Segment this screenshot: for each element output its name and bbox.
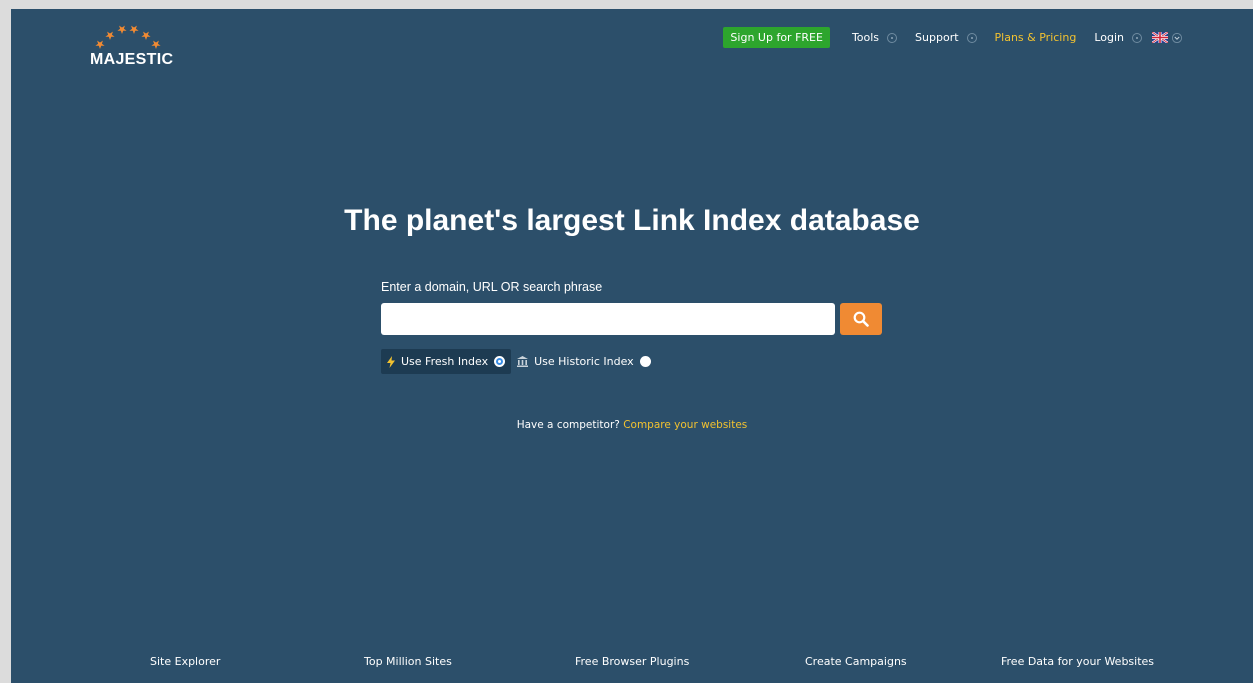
footer-link-free-data[interactable]: Free Data for your Websites: [1001, 655, 1154, 668]
nav-plans-label: Plans & Pricing: [994, 31, 1077, 44]
fresh-index-radio[interactable]: [494, 356, 506, 367]
nav-login[interactable]: Login: [1094, 31, 1142, 44]
language-selector[interactable]: [1152, 32, 1183, 43]
historic-index-label: Use Historic Index: [534, 355, 634, 368]
footer-link-top-million-sites[interactable]: Top Million Sites: [364, 655, 452, 668]
lightning-icon: [387, 355, 395, 368]
page-title: The planet's largest Link Index database: [344, 204, 920, 237]
footer-link-create-campaigns[interactable]: Create Campaigns: [805, 655, 907, 668]
index-options: Use Fresh Index Use Historic Index: [381, 349, 657, 374]
fresh-index-option[interactable]: Use Fresh Index: [381, 349, 512, 374]
signup-button[interactable]: Sign Up for FREE: [723, 27, 830, 48]
logo-text: MAJESTIC: [90, 51, 174, 68]
chevron-down-icon: [1171, 32, 1183, 43]
bank-icon: [517, 356, 529, 367]
compare-websites-link[interactable]: Compare your websites: [623, 419, 747, 431]
search-icon: [853, 311, 869, 327]
footer-link-browser-plugins[interactable]: Free Browser Plugins: [575, 655, 689, 668]
nav-tools-label: Tools: [851, 31, 880, 44]
nav-tools[interactable]: Tools: [851, 31, 898, 44]
dropdown-circle-icon: [966, 32, 977, 43]
dropdown-circle-icon: [1132, 32, 1142, 43]
competitor-line: Have a competitor? Compare your websites: [11, 419, 1253, 431]
search-input[interactable]: [381, 303, 835, 335]
nav-login-label: Login: [1094, 31, 1124, 44]
historic-index-option[interactable]: Use Historic Index: [511, 349, 657, 374]
nav-support-label: Support: [915, 31, 959, 44]
nav-plans-pricing[interactable]: Plans & Pricing: [995, 31, 1077, 44]
competitor-text: Have a competitor?: [516, 419, 620, 431]
top-nav: Sign Up for FREE Tools Support Plans & P…: [723, 27, 1183, 48]
search-button[interactable]: [840, 303, 882, 335]
stars-arc-logo-icon: [95, 25, 161, 49]
page: MAJESTIC Sign Up for FREE Tools Support …: [11, 9, 1253, 683]
uk-flag-icon: [1152, 32, 1168, 43]
dropdown-circle-icon: [887, 32, 898, 43]
fresh-index-label: Use Fresh Index: [401, 355, 489, 368]
majestic-logo[interactable]: MAJESTIC: [90, 25, 190, 75]
historic-index-radio[interactable]: [639, 356, 651, 367]
footer-link-site-explorer[interactable]: Site Explorer: [150, 655, 220, 668]
nav-support[interactable]: Support: [915, 31, 977, 44]
search-label: Enter a domain, URL OR search phrase: [381, 280, 603, 294]
